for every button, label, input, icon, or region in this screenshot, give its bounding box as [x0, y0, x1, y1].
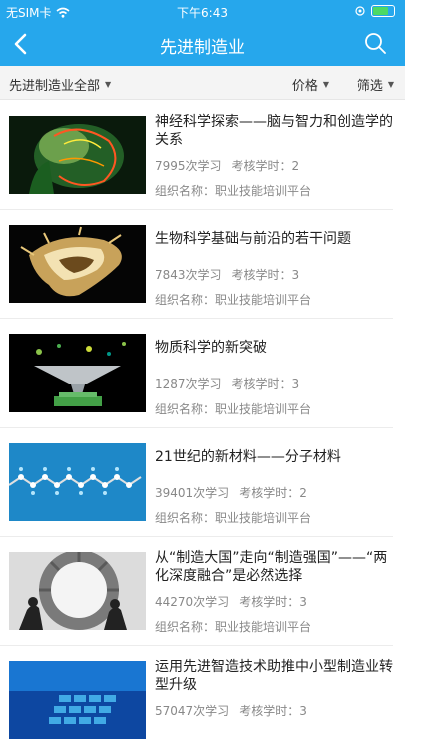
course-thumbnail: [9, 661, 146, 739]
course-item[interactable]: 神经科学探索——脑与智力和创造学的关系 7995次学习 考核学时：2 组织名称：…: [0, 101, 393, 210]
battery-level: [373, 7, 388, 15]
credit-hours: 考核学时：2: [239, 486, 307, 500]
filter-bar: 先进制造业全部 ▼ 价格 ▼ 筛选 ▼: [0, 66, 405, 100]
price-filter-label: 价格: [291, 79, 318, 94]
screen-filter-label: 筛选: [356, 79, 383, 94]
course-title[interactable]: 从“制造大国”走向“制造强国”——“两化深度融合”是必然选择: [155, 549, 395, 585]
course-meta: 57047次学习 考核学时：3: [155, 702, 307, 719]
credit-hours: 考核学时：3: [231, 268, 300, 282]
organization-name: 组织名称：职业技能培训平台: [155, 511, 312, 525]
price-filter[interactable]: 价格 ▼: [292, 75, 329, 94]
learner-count: 44270次学习: [155, 595, 230, 609]
credit-hours: 考核学时：3: [239, 704, 307, 718]
gear-workers-image: [9, 552, 146, 630]
course-title[interactable]: 物质科学的新突破: [155, 339, 395, 357]
credit-hours: 考核学时：2: [231, 159, 300, 173]
category-filter-label: 先进制造业全部: [9, 79, 101, 94]
organization-name: 组织名称：职业技能培训平台: [155, 402, 312, 416]
course-thumbnail: [9, 552, 146, 630]
caret-down-icon: ▼: [105, 80, 112, 89]
shell-image: [9, 225, 146, 303]
battery-icon: [371, 5, 395, 17]
nav-bar: 先进制造业: [0, 22, 405, 66]
caret-down-icon: ▼: [322, 80, 329, 89]
course-thumbnail: [9, 225, 146, 303]
course-meta: 44270次学习 考核学时：3: [155, 593, 307, 610]
page-title: 先进制造业: [160, 38, 245, 58]
credit-hours: 考核学时：3: [239, 595, 307, 609]
course-thumbnail: [9, 334, 146, 412]
credit-hours: 考核学时：3: [231, 377, 300, 391]
search-icon[interactable]: [363, 31, 387, 55]
learner-count: 57047次学习: [155, 704, 230, 718]
course-item[interactable]: 21世纪的新材料——分子材料 39401次学习 考核学时：2 组织名称：职业技能…: [0, 428, 393, 537]
funnel-image: [9, 334, 146, 412]
category-filter[interactable]: 先进制造业全部 ▼: [9, 75, 111, 94]
course-thumbnail: [9, 443, 146, 521]
course-title[interactable]: 生物科学基础与前沿的若干问题: [155, 230, 395, 248]
course-item[interactable]: 从“制造大国”走向“制造强国”——“两化深度融合”是必然选择 44270次学习 …: [0, 537, 393, 646]
orientation-lock-icon: [355, 6, 365, 16]
learner-count: 7995次学习: [155, 159, 222, 173]
learner-count: 39401次学习: [155, 486, 230, 500]
course-meta: 7843次学习 考核学时：3: [155, 266, 299, 283]
course-meta: 7995次学习 考核学时：2: [155, 157, 299, 174]
brain-image: [9, 116, 146, 194]
learner-count: 7843次学习: [155, 268, 222, 282]
course-item[interactable]: 生物科学基础与前沿的若干问题 7843次学习 考核学时：3 组织名称：职业技能培…: [0, 210, 393, 319]
course-item[interactable]: 物质科学的新突破 1287次学习 考核学时：3 组织名称：职业技能培训平台: [0, 319, 393, 428]
organization-name: 组织名称：职业技能培训平台: [155, 184, 312, 198]
course-item[interactable]: 运用先进智造技术助推中小型制造业转型升级 57047次学习 考核学时：3: [0, 646, 393, 752]
header: 无SIM卡 下午6:43 先进制造业: [0, 0, 405, 66]
course-meta: 1287次学习 考核学时：3: [155, 375, 299, 392]
course-title[interactable]: 运用先进智造技术助推中小型制造业转型升级: [155, 658, 395, 694]
status-right: [355, 5, 395, 17]
keyboard-image: [9, 661, 146, 739]
course-title[interactable]: 21世纪的新材料——分子材料: [155, 448, 395, 466]
course-meta: 39401次学习 考核学时：2: [155, 484, 307, 501]
caret-down-icon: ▼: [387, 80, 394, 89]
molecule-image: [9, 443, 146, 521]
screen-filter[interactable]: 筛选 ▼: [357, 75, 394, 94]
course-title[interactable]: 神经科学探索——脑与智力和创造学的关系: [155, 113, 395, 149]
course-list: 神经科学探索——脑与智力和创造学的关系 7995次学习 考核学时：2 组织名称：…: [0, 101, 405, 752]
course-thumbnail: [9, 116, 146, 194]
status-bar: 无SIM卡 下午6:43: [0, 0, 405, 22]
organization-name: 组织名称：职业技能培训平台: [155, 293, 312, 307]
app-screen: 无SIM卡 下午6:43 先进制造业 先进制造业全部 ▼ 价格 ▼ 筛选 ▼ 神…: [0, 0, 405, 752]
status-time: 下午6:43: [177, 6, 228, 20]
organization-name: 组织名称：职业技能培训平台: [155, 620, 312, 634]
learner-count: 1287次学习: [155, 377, 222, 391]
